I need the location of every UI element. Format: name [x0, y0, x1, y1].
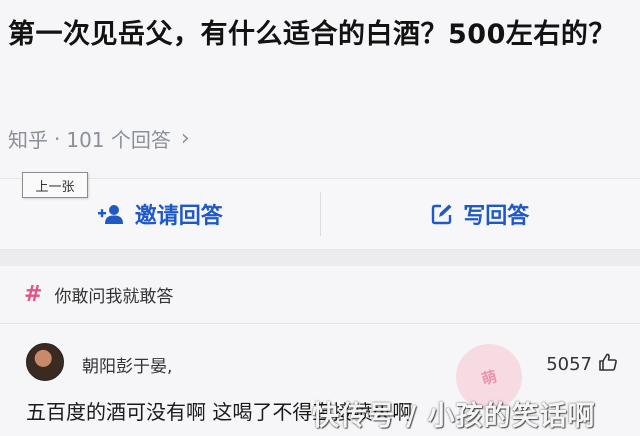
invite-answer-label: 邀请回答 — [134, 204, 223, 229]
watermark-text: 快传号 / 小孩的笑话啊 — [312, 401, 596, 432]
previous-tooltip: 上一张 — [22, 172, 88, 198]
add-person-icon — [97, 203, 125, 225]
action-bar: 邀请回答 写回答 — [0, 178, 640, 250]
write-answer-button[interactable]: 写回答 — [321, 179, 640, 249]
question-header: 第一次见岳父，有什么适合的白酒？500左右的？ 知乎 · 101 个回答 › — [0, 0, 640, 178]
topic-tag[interactable]: # 你敢问我就敢答 — [0, 266, 640, 324]
vote-count: 5057 — [546, 354, 592, 375]
question-title[interactable]: 第一次见岳父，有什么适合的白酒？500左右的？ — [8, 12, 632, 57]
chevron-right-icon: › — [180, 126, 190, 151]
thumbs-up-icon — [598, 352, 618, 377]
write-answer-label: 写回答 — [463, 204, 530, 229]
section-separator — [0, 250, 640, 266]
topic-label: 你敢问我就敢答 — [54, 287, 174, 307]
source-label: 知乎 — [8, 128, 48, 152]
author-name[interactable]: 朝阳彭于晏, — [82, 352, 172, 377]
question-meta[interactable]: 知乎 · 101 个回答 › — [8, 124, 190, 153]
hash-icon: # — [24, 282, 43, 307]
vote-button[interactable]: 5057 — [546, 352, 618, 377]
edit-icon — [431, 203, 453, 225]
meta-dot: · — [54, 126, 61, 151]
answer-count: 101 个回答 — [66, 128, 171, 152]
avatar[interactable] — [26, 343, 64, 381]
